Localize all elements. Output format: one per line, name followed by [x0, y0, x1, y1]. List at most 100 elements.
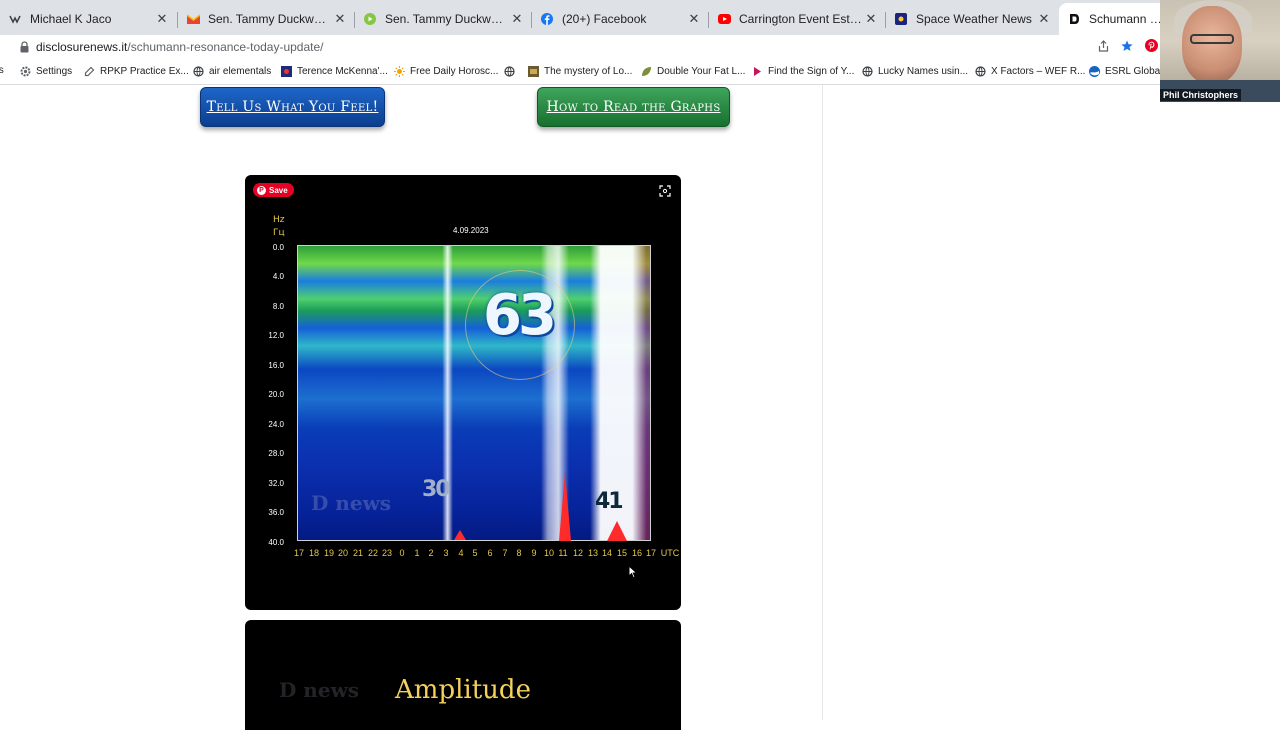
tab-title: Sen. Tammy Duckworth (D-IL): [208, 12, 332, 26]
y-axis-label: 16.0: [268, 361, 284, 370]
address-bar: disclosurenews.it/schumann-resonance-tod…: [0, 35, 1280, 59]
tab-close-icon[interactable]: ✕: [509, 11, 525, 27]
webcam-participant-name: Phil Christophers: [1160, 89, 1242, 101]
share-icon[interactable]: [1098, 39, 1109, 55]
pinterest-icon[interactable]: [1145, 39, 1158, 55]
bookmark-label: X Factors – WEF R...: [991, 65, 1086, 77]
how-to-read-graphs-button[interactable]: How to Read the Graphs: [537, 87, 730, 127]
site-icon: [751, 65, 763, 77]
y-axis-label: 36.0: [268, 508, 284, 517]
bookmark-horoscope[interactable]: Free Daily Horosc...: [393, 65, 498, 77]
facebook-icon: [540, 12, 554, 26]
peak-right-value: 41: [595, 489, 624, 514]
bookmark-label: Settings: [36, 65, 73, 77]
y-axis-label: 32.0: [268, 479, 284, 488]
bookmark-lucky-names[interactable]: Lucky Names usin...: [861, 65, 968, 77]
tab-carrington[interactable]: Carrington Event Estimate & R ✕: [709, 6, 885, 32]
tab-title: Schumann Resona: [1089, 12, 1169, 26]
bookmark-globe[interactable]: [503, 65, 520, 77]
tell-us-what-you-feel-button[interactable]: Tell Us What You Feel!: [200, 87, 385, 127]
bookmark-double-fat[interactable]: Double Your Fat L...: [640, 65, 745, 77]
tab-duckworth-rumble[interactable]: Sen. Tammy Duckworth (D-IL) ✕: [355, 6, 531, 32]
tab-duckworth-gmail[interactable]: Sen. Tammy Duckworth (D-IL) ✕: [178, 6, 354, 32]
lock-icon[interactable]: [20, 41, 29, 53]
y-axis-label: 28.0: [268, 449, 284, 458]
tab-close-icon[interactable]: ✕: [332, 11, 348, 27]
tab-strip: Michael K Jaco ✕ Sen. Tammy Duckworth (D…: [0, 0, 1280, 35]
bookmark-label: Find the Sign of Y...: [768, 65, 855, 77]
webcam-person-glasses: [1190, 34, 1234, 44]
tab-title: Space Weather News: [916, 12, 1032, 26]
bookmark-label: Double Your Fat L...: [657, 65, 746, 77]
peak-marker: [607, 521, 627, 541]
peak-marker: [559, 473, 571, 541]
bookmark-label: RPKP Practice Ex...: [100, 65, 189, 77]
tab-close-icon[interactable]: ✕: [863, 11, 879, 27]
leaf-icon: [640, 65, 652, 77]
bookmark-label: air elementals: [209, 65, 272, 77]
bookmark-esrl[interactable]: ESRL Global: [1088, 65, 1160, 77]
y-axis-label: 4.0: [272, 272, 284, 281]
youtube-icon: [717, 12, 731, 26]
bookmark-x-factors[interactable]: X Factors – WEF R...: [974, 65, 1085, 77]
peak-main-value: 63: [483, 283, 557, 348]
sidebar-divider: [822, 85, 823, 720]
peak-marker: [454, 530, 466, 540]
tab-close-icon[interactable]: ✕: [1036, 11, 1052, 27]
unit-hz: Hz: [273, 215, 285, 225]
globe-icon: [861, 65, 873, 77]
bookmark-terence-mckenna[interactable]: Terence McKenna'...: [280, 65, 388, 77]
tab-close-icon[interactable]: ✕: [686, 11, 702, 27]
bookmark-label: Free Daily Horosc...: [410, 65, 499, 77]
webcam-person-face: [1182, 6, 1242, 84]
globe-icon: [974, 65, 986, 77]
bookmarks-bar: ts Settings RPKP Practice Ex... air elem…: [0, 59, 1160, 85]
webcam-overlay: Phil Christophers: [1160, 0, 1280, 102]
address-actions: [1098, 39, 1158, 55]
bookmark-label: Lucky Names usin...: [878, 65, 969, 77]
site-icon: [527, 65, 539, 77]
bookmark-find-sign[interactable]: Find the Sign of Y...: [751, 65, 854, 77]
bookmark-star-icon[interactable]: [1121, 40, 1133, 55]
schumann-graph-card: P Save Hz Гц 4.09.2023 0.0 4.0 8.0 12.0 …: [245, 175, 681, 610]
unit-gc: Гц: [273, 228, 285, 238]
tab-space-weather[interactable]: Space Weather News ✕: [886, 6, 1058, 32]
x-axis-label: UTC: [660, 548, 680, 558]
bookmark-mystery[interactable]: The mystery of Lo...: [527, 65, 632, 77]
y-axis-label: 0.0: [272, 243, 284, 252]
x-axis-label: 17: [645, 548, 656, 558]
bookmark-rpkp[interactable]: RPKP Practice Ex...: [83, 65, 189, 77]
tab-title: Carrington Event Estimate & R: [739, 12, 863, 26]
expand-icon[interactable]: [659, 185, 671, 197]
tab-facebook[interactable]: (20+) Facebook ✕: [532, 6, 708, 32]
bookmark-label: ESRL Global: [1105, 65, 1160, 77]
gear-icon: [19, 65, 31, 77]
save-label: Save: [269, 185, 288, 195]
amplitude-title: Amplitude: [395, 675, 531, 705]
bookmark-settings[interactable]: Settings: [19, 65, 72, 77]
tab-michael-k-jaco[interactable]: Michael K Jaco ✕: [0, 6, 176, 32]
watermark-logo: D news: [311, 491, 392, 515]
y-axis-label: 12.0: [268, 331, 284, 340]
bookmark-air-elementals[interactable]: air elementals: [192, 65, 271, 77]
globe-icon: [503, 65, 515, 77]
y-axis-label: 24.0: [268, 420, 284, 429]
y-axis-label: 20.0: [268, 390, 284, 399]
pinterest-save-button[interactable]: P Save: [253, 183, 294, 197]
page-content: Tell Us What You Feel! How to Read the G…: [0, 85, 1280, 730]
tab-title: (20+) Facebook: [562, 12, 647, 26]
url-path: /schumann-resonance-today-update/: [127, 40, 324, 54]
tab-title: Sen. Tammy Duckworth (D-IL): [385, 12, 509, 26]
url-field[interactable]: disclosurenews.it/schumann-resonance-tod…: [36, 40, 324, 54]
bookmark-label: The mystery of Lo...: [544, 65, 633, 77]
video-icon: [8, 12, 22, 26]
tab-close-icon[interactable]: ✕: [154, 11, 170, 27]
y-axis-label: 8.0: [272, 302, 284, 311]
site-icon: [280, 65, 292, 77]
bookmark-partial[interactable]: ts: [0, 65, 4, 76]
sun-icon: [393, 65, 405, 77]
tab-title: Michael K Jaco: [30, 12, 112, 26]
gmail-icon: [186, 12, 200, 26]
tab-schumann-active[interactable]: Schumann Resona: [1059, 3, 1169, 35]
link-icon: [83, 65, 95, 77]
